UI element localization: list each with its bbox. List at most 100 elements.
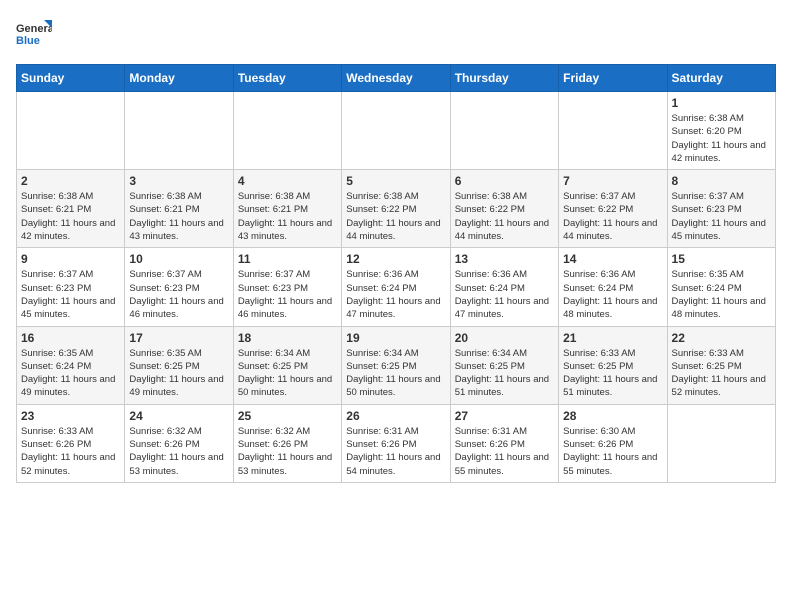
day-info: Sunrise: 6:35 AM Sunset: 6:25 PM Dayligh… — [129, 347, 228, 400]
calendar-cell: 16 Sunrise: 6:35 AM Sunset: 6:24 PM Dayli… — [17, 326, 125, 404]
day-number: 4 — [238, 174, 337, 188]
calendar-cell: 12 Sunrise: 6:36 AM Sunset: 6:24 PM Dayli… — [342, 248, 450, 326]
day-number: 7 — [563, 174, 662, 188]
day-info: Sunrise: 6:35 AM Sunset: 6:24 PM Dayligh… — [21, 347, 120, 400]
weekday-header-row: SundayMondayTuesdayWednesdayThursdayFrid… — [17, 65, 776, 92]
day-number: 18 — [238, 331, 337, 345]
logo-graphic: General Blue — [16, 16, 52, 52]
day-number: 20 — [455, 331, 554, 345]
calendar-cell — [233, 92, 341, 170]
calendar-cell: 10 Sunrise: 6:37 AM Sunset: 6:23 PM Dayli… — [125, 248, 233, 326]
day-number: 21 — [563, 331, 662, 345]
day-info: Sunrise: 6:32 AM Sunset: 6:26 PM Dayligh… — [129, 425, 228, 478]
day-number: 10 — [129, 252, 228, 266]
day-number: 13 — [455, 252, 554, 266]
weekday-header-monday: Monday — [125, 65, 233, 92]
weekday-header-thursday: Thursday — [450, 65, 558, 92]
day-number: 28 — [563, 409, 662, 423]
calendar-week-0: 1 Sunrise: 6:38 AM Sunset: 6:20 PM Daylig… — [17, 92, 776, 170]
weekday-header-friday: Friday — [559, 65, 667, 92]
calendar-cell: 28 Sunrise: 6:30 AM Sunset: 6:26 PM Dayli… — [559, 404, 667, 482]
calendar-cell: 15 Sunrise: 6:35 AM Sunset: 6:24 PM Dayli… — [667, 248, 775, 326]
weekday-header-wednesday: Wednesday — [342, 65, 450, 92]
day-info: Sunrise: 6:34 AM Sunset: 6:25 PM Dayligh… — [346, 347, 445, 400]
day-number: 24 — [129, 409, 228, 423]
day-info: Sunrise: 6:36 AM Sunset: 6:24 PM Dayligh… — [455, 268, 554, 321]
day-number: 22 — [672, 331, 771, 345]
day-number: 25 — [238, 409, 337, 423]
calendar-cell: 23 Sunrise: 6:33 AM Sunset: 6:26 PM Dayli… — [17, 404, 125, 482]
day-number: 3 — [129, 174, 228, 188]
day-number: 11 — [238, 252, 337, 266]
day-number: 19 — [346, 331, 445, 345]
header-area: General Blue — [16, 16, 776, 52]
svg-text:General: General — [16, 23, 52, 35]
day-info: Sunrise: 6:31 AM Sunset: 6:26 PM Dayligh… — [455, 425, 554, 478]
calendar-cell: 17 Sunrise: 6:35 AM Sunset: 6:25 PM Dayli… — [125, 326, 233, 404]
calendar: SundayMondayTuesdayWednesdayThursdayFrid… — [16, 64, 776, 483]
calendar-cell: 25 Sunrise: 6:32 AM Sunset: 6:26 PM Dayli… — [233, 404, 341, 482]
calendar-cell — [450, 92, 558, 170]
calendar-cell: 26 Sunrise: 6:31 AM Sunset: 6:26 PM Dayli… — [342, 404, 450, 482]
calendar-cell: 14 Sunrise: 6:36 AM Sunset: 6:24 PM Dayli… — [559, 248, 667, 326]
day-number: 17 — [129, 331, 228, 345]
day-info: Sunrise: 6:30 AM Sunset: 6:26 PM Dayligh… — [563, 425, 662, 478]
day-info: Sunrise: 6:37 AM Sunset: 6:23 PM Dayligh… — [21, 268, 120, 321]
day-number: 12 — [346, 252, 445, 266]
calendar-week-1: 2 Sunrise: 6:38 AM Sunset: 6:21 PM Daylig… — [17, 170, 776, 248]
day-info: Sunrise: 6:34 AM Sunset: 6:25 PM Dayligh… — [455, 347, 554, 400]
calendar-cell: 2Sunrise: 6:38 AM Sunset: 6:21 PM Daylig… — [17, 170, 125, 248]
day-info: Sunrise: 6:38 AM Sunset: 6:20 PM Dayligh… — [672, 112, 771, 165]
day-info: Sunrise: 6:38 AM Sunset: 6:21 PM Dayligh… — [129, 190, 228, 243]
day-info: Sunrise: 6:31 AM Sunset: 6:26 PM Dayligh… — [346, 425, 445, 478]
calendar-cell: 11Sunrise: 6:37 AM Sunset: 6:23 PM Dayli… — [233, 248, 341, 326]
logo-svg: General Blue — [16, 16, 52, 52]
calendar-cell: 1 Sunrise: 6:38 AM Sunset: 6:20 PM Daylig… — [667, 92, 775, 170]
day-number: 14 — [563, 252, 662, 266]
calendar-week-3: 16 Sunrise: 6:35 AM Sunset: 6:24 PM Dayli… — [17, 326, 776, 404]
weekday-header-saturday: Saturday — [667, 65, 775, 92]
calendar-cell: 22 Sunrise: 6:33 AM Sunset: 6:25 PM Dayli… — [667, 326, 775, 404]
day-number: 16 — [21, 331, 120, 345]
day-info: Sunrise: 6:36 AM Sunset: 6:24 PM Dayligh… — [563, 268, 662, 321]
day-number: 6 — [455, 174, 554, 188]
day-number: 9 — [21, 252, 120, 266]
calendar-cell: 19 Sunrise: 6:34 AM Sunset: 6:25 PM Dayli… — [342, 326, 450, 404]
day-number: 15 — [672, 252, 771, 266]
calendar-cell — [559, 92, 667, 170]
calendar-cell: 20 Sunrise: 6:34 AM Sunset: 6:25 PM Dayli… — [450, 326, 558, 404]
day-number: 2 — [21, 174, 120, 188]
calendar-cell — [125, 92, 233, 170]
day-info: Sunrise: 6:37 AM Sunset: 6:22 PM Dayligh… — [563, 190, 662, 243]
day-info: Sunrise: 6:32 AM Sunset: 6:26 PM Dayligh… — [238, 425, 337, 478]
day-info: Sunrise: 6:36 AM Sunset: 6:24 PM Dayligh… — [346, 268, 445, 321]
calendar-cell: 4Sunrise: 6:38 AM Sunset: 6:21 PM Daylig… — [233, 170, 341, 248]
calendar-cell: 27 Sunrise: 6:31 AM Sunset: 6:26 PM Dayli… — [450, 404, 558, 482]
day-number: 23 — [21, 409, 120, 423]
logo: General Blue — [16, 16, 52, 52]
calendar-cell — [342, 92, 450, 170]
calendar-cell: 24 Sunrise: 6:32 AM Sunset: 6:26 PM Dayli… — [125, 404, 233, 482]
calendar-week-2: 9 Sunrise: 6:37 AM Sunset: 6:23 PM Daylig… — [17, 248, 776, 326]
calendar-cell: 3 Sunrise: 6:38 AM Sunset: 6:21 PM Daylig… — [125, 170, 233, 248]
day-info: Sunrise: 6:37 AM Sunset: 6:23 PM Dayligh… — [129, 268, 228, 321]
weekday-header-tuesday: Tuesday — [233, 65, 341, 92]
day-number: 1 — [672, 96, 771, 110]
day-info: Sunrise: 6:34 AM Sunset: 6:25 PM Dayligh… — [238, 347, 337, 400]
day-info: Sunrise: 6:38 AM Sunset: 6:22 PM Dayligh… — [346, 190, 445, 243]
svg-text:Blue: Blue — [16, 35, 40, 47]
day-number: 26 — [346, 409, 445, 423]
calendar-week-4: 23 Sunrise: 6:33 AM Sunset: 6:26 PM Dayli… — [17, 404, 776, 482]
calendar-cell: 6Sunrise: 6:38 AM Sunset: 6:22 PM Daylig… — [450, 170, 558, 248]
day-info: Sunrise: 6:33 AM Sunset: 6:25 PM Dayligh… — [672, 347, 771, 400]
day-info: Sunrise: 6:33 AM Sunset: 6:26 PM Dayligh… — [21, 425, 120, 478]
calendar-cell: 13 Sunrise: 6:36 AM Sunset: 6:24 PM Dayli… — [450, 248, 558, 326]
day-number: 27 — [455, 409, 554, 423]
day-number: 5 — [346, 174, 445, 188]
day-info: Sunrise: 6:35 AM Sunset: 6:24 PM Dayligh… — [672, 268, 771, 321]
calendar-cell: 5 Sunrise: 6:38 AM Sunset: 6:22 PM Daylig… — [342, 170, 450, 248]
calendar-cell: 21 Sunrise: 6:33 AM Sunset: 6:25 PM Dayli… — [559, 326, 667, 404]
day-info: Sunrise: 6:33 AM Sunset: 6:25 PM Dayligh… — [563, 347, 662, 400]
day-number: 8 — [672, 174, 771, 188]
calendar-cell — [17, 92, 125, 170]
